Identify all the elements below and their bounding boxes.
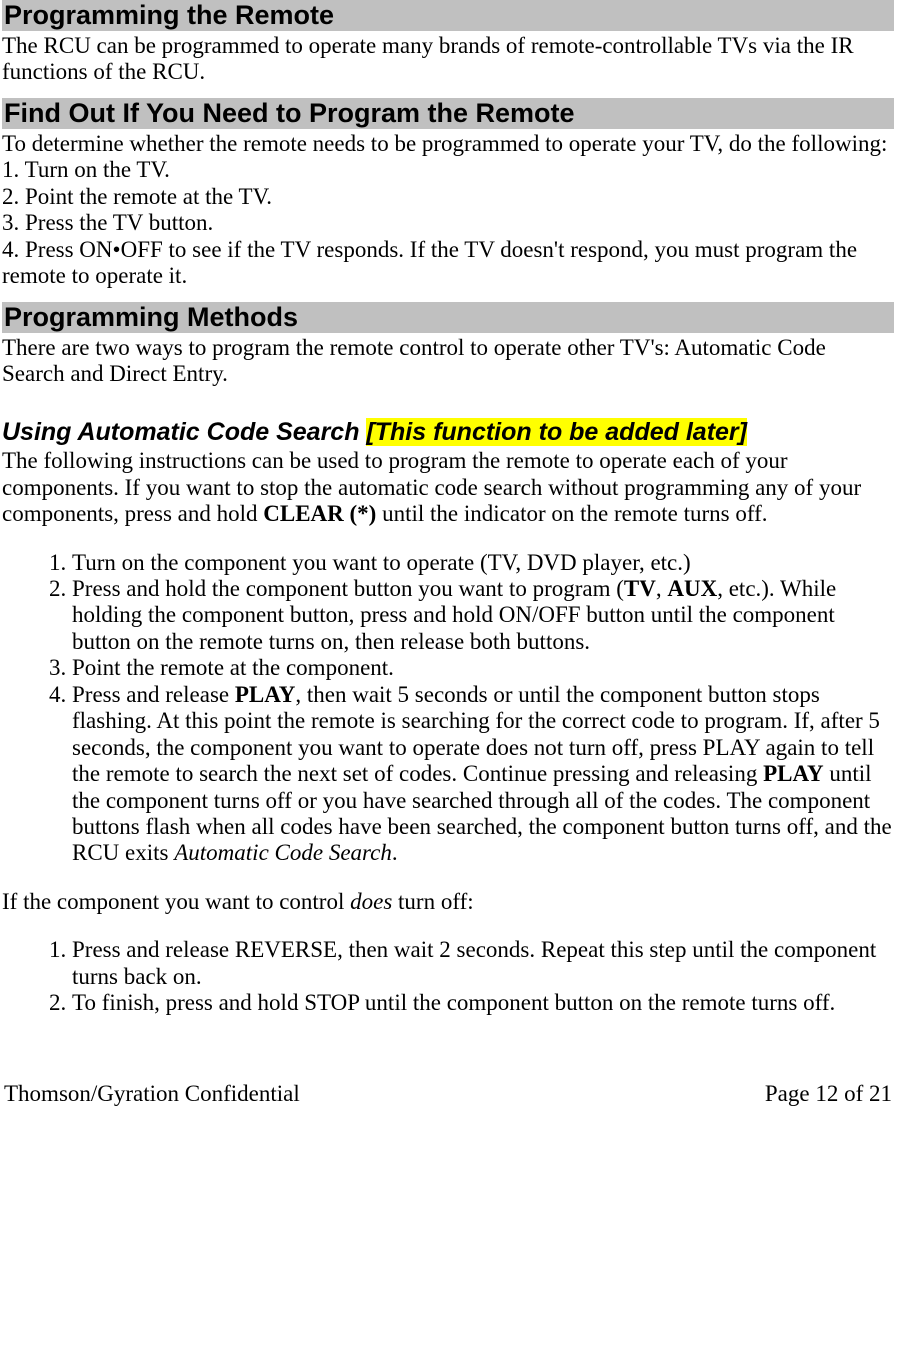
heading-find-out: Find Out If You Need to Program the Remo…	[2, 98, 894, 129]
text-bold-play: PLAY	[763, 761, 824, 786]
list-item: Press and release PLAY, then wait 5 seco…	[72, 682, 894, 867]
text-bold-aux: AUX	[667, 576, 717, 601]
step-1: 1. Turn on the TV.	[2, 157, 894, 183]
footer-right: Page 12 of 21	[765, 1081, 892, 1107]
page-footer: Thomson/Gyration Confidential Page 12 of…	[2, 1081, 894, 1107]
text: ,	[656, 576, 668, 601]
footer-left: Thomson/Gyration Confidential	[4, 1081, 300, 1107]
step-2: 2. Point the remote at the TV.	[2, 184, 894, 210]
heading-programming-remote: Programming the Remote	[2, 0, 894, 31]
text-bold-tv: TV	[624, 576, 656, 601]
text-italic-acs: Automatic Code Search	[174, 840, 392, 865]
paragraph-does-turnoff: If the component you want to control doe…	[2, 889, 894, 915]
ordered-list-turnoff: Press and release REVERSE, then wait 2 s…	[2, 937, 894, 1016]
subheading-text: Using Automatic Code Search	[2, 418, 366, 446]
list-item: Point the remote at the component.	[72, 655, 894, 681]
step-3: 3. Press the TV button.	[2, 210, 894, 236]
subheading-auto-code-search: Using Automatic Code Search [This functi…	[2, 418, 894, 447]
text: turn off:	[392, 889, 473, 914]
paragraph-methods: There are two ways to program the remote…	[2, 335, 894, 388]
text-bold-play: PLAY	[235, 682, 296, 707]
text: Press and hold the component button you …	[72, 576, 624, 601]
text: Press and release	[72, 682, 235, 707]
list-item: Press and hold the component button you …	[72, 576, 894, 655]
text-bold-clear: CLEAR (*)	[263, 501, 376, 526]
heading-programming-methods: Programming Methods	[2, 302, 894, 333]
text: If the component you want to control	[2, 889, 350, 914]
paragraph-determine: To determine whether the remote needs to…	[2, 131, 894, 157]
ordered-list-auto: Turn on the component you want to operat…	[2, 550, 894, 867]
subheading-highlight: [This function to be added later]	[366, 418, 747, 446]
list-item: To finish, press and hold STOP until the…	[72, 990, 894, 1016]
text: .	[392, 840, 398, 865]
paragraph-auto-instructions: The following instructions can be used t…	[2, 448, 894, 527]
paragraph-intro: The RCU can be programmed to operate man…	[2, 33, 894, 86]
list-item: Press and release REVERSE, then wait 2 s…	[72, 937, 894, 990]
list-item: Turn on the component you want to operat…	[72, 550, 894, 576]
text-italic-does: does	[350, 889, 392, 914]
text: until the indicator on the remote turns …	[376, 501, 767, 526]
step-4: 4. Press ON•OFF to see if the TV respond…	[2, 237, 894, 290]
